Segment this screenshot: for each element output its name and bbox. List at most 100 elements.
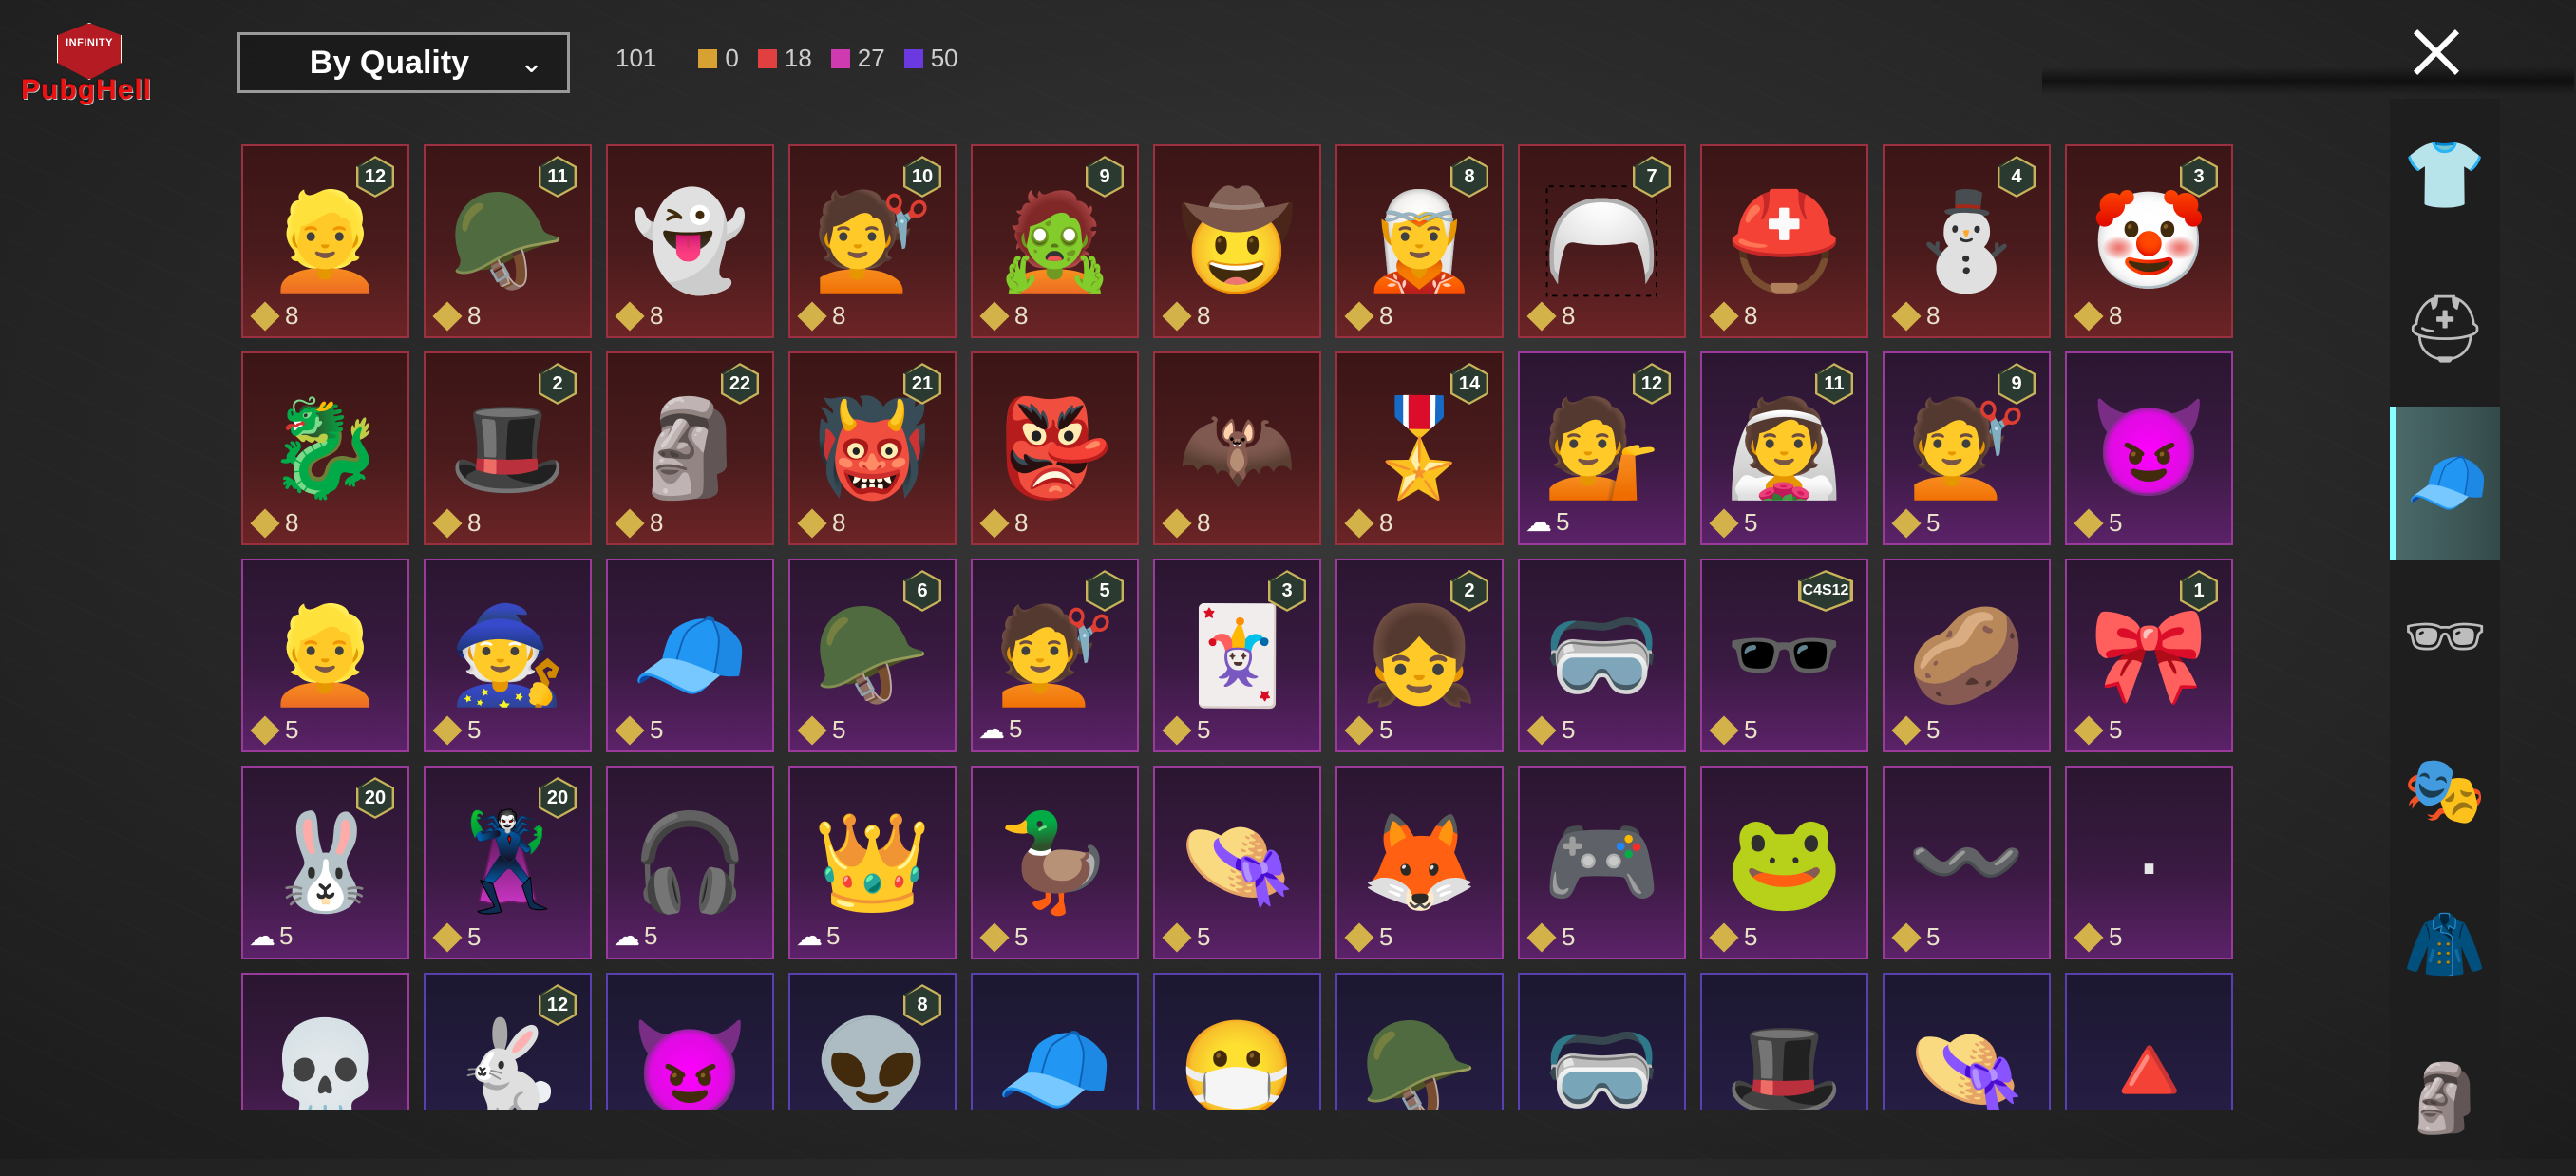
diamond-icon xyxy=(615,300,645,332)
item-card[interactable]: 💇 5 ☁ 5 xyxy=(971,559,1139,752)
item-card[interactable]: 🦊 5 xyxy=(1335,766,1504,959)
item-card[interactable]: ⛑️ 8 xyxy=(1700,144,1868,338)
item-card[interactable]: 🪖 11 8 xyxy=(424,144,592,338)
item-card[interactable]: 👹 21 8 xyxy=(788,351,957,545)
item-card[interactable]: 🤡 3 8 xyxy=(2065,144,2233,338)
level-badge-text: 12 xyxy=(546,994,569,1015)
item-card[interactable]: 🐰 20 ☁ 5 xyxy=(241,766,409,959)
level-badge-text: 1 xyxy=(2193,579,2205,601)
item-card[interactable]: 👺 8 xyxy=(971,351,1139,545)
item-card[interactable]: 🧢 xyxy=(971,973,1139,1110)
item-icon: 🗿 xyxy=(631,395,749,502)
category-tab[interactable]: 🎭 xyxy=(2390,714,2500,868)
item-card[interactable]: 🐸 5 xyxy=(1700,766,1868,959)
item-card[interactable]: 🎧 ☁ 5 xyxy=(606,766,774,959)
item-card[interactable]: 🧝 8 8 xyxy=(1335,144,1504,338)
item-card[interactable]: 🧢 5 xyxy=(606,559,774,752)
item-card[interactable]: 👒 5 xyxy=(1153,766,1321,959)
item-card[interactable]: 👧 2 5 xyxy=(1335,559,1504,752)
item-icon: 👒 xyxy=(1907,1016,2026,1110)
item-card[interactable]: 💀 xyxy=(241,973,409,1110)
category-tab[interactable]: 🕶 xyxy=(2390,560,2500,714)
item-card[interactable]: 🃏 3 5 xyxy=(1153,559,1321,752)
item-card[interactable]: 🎮 5 xyxy=(1518,766,1686,959)
item-card[interactable]: 🔺 xyxy=(2065,973,2233,1110)
item-card[interactable]: 🥽 5 xyxy=(1518,559,1686,752)
item-card[interactable]: 👱 5 xyxy=(241,559,409,752)
category-tab[interactable]: 🗿 xyxy=(2390,1022,2500,1176)
item-card[interactable]: 😈 5 xyxy=(2065,351,2233,545)
item-card[interactable]: 🕶️ C4S12 5 xyxy=(1700,559,1868,752)
item-card[interactable]: 🪖 6 5 xyxy=(788,559,957,752)
item-icon: 💇 xyxy=(813,188,932,294)
item-icon: 🤠 xyxy=(1178,188,1297,294)
item-card[interactable]: 🥔 5 xyxy=(1883,559,2051,752)
hat-icon: 🧢 xyxy=(2406,446,2490,520)
item-card[interactable]: 🎖️ 14 8 xyxy=(1335,351,1504,545)
item-card[interactable]: 👑 ☁ 5 xyxy=(788,766,957,959)
item-card[interactable]: 💇 9 5 xyxy=(1883,351,2051,545)
item-icon: 🎧 xyxy=(631,809,749,916)
sort-dropdown[interactable]: By Quality ⌄ xyxy=(237,32,570,93)
item-card[interactable]: 🎀 1 5 xyxy=(2065,559,2233,752)
item-card[interactable]: 💇 10 8 xyxy=(788,144,957,338)
item-card[interactable]: · 5 xyxy=(2065,766,2233,959)
item-card[interactable]: 👒 xyxy=(1883,973,2051,1110)
category-tab[interactable]: 🧥 xyxy=(2390,868,2500,1022)
item-card[interactable]: 🗿 22 8 xyxy=(606,351,774,545)
item-icon: 🎀 xyxy=(2090,602,2208,709)
level-badge-text: 2 xyxy=(552,372,563,394)
item-cost: 5 xyxy=(1161,921,1210,953)
item-card[interactable]: 🦇 8 xyxy=(1153,351,1321,545)
item-card[interactable]: 🐉 8 xyxy=(241,351,409,545)
item-count: 5 xyxy=(2109,922,2123,951)
item-card[interactable]: 〰️ 5 xyxy=(1883,766,2051,959)
close-button[interactable] xyxy=(2403,19,2470,85)
item-cost: 8 xyxy=(1708,300,1757,332)
item-count: 5 xyxy=(826,921,841,950)
level-badge-text: 3 xyxy=(2193,165,2205,187)
quality-stat: 0 xyxy=(698,44,739,73)
item-card[interactable]: 🧟 9 8 xyxy=(971,144,1139,338)
item-card[interactable]: 🪖 xyxy=(1335,973,1504,1110)
item-card[interactable]: 🎩 xyxy=(1700,973,1868,1110)
item-icon: 👻 xyxy=(631,188,749,294)
level-badge-text: 12 xyxy=(1640,372,1663,394)
item-card[interactable]: 🦹 20 5 xyxy=(424,766,592,959)
item-cost: 8 xyxy=(1890,300,1940,332)
item-icon: 🎩 xyxy=(448,395,567,502)
item-card[interactable]: 😷 xyxy=(1153,973,1321,1110)
category-tab[interactable]: 🧢 xyxy=(2390,407,2500,560)
diamond-icon xyxy=(1526,300,1557,332)
item-card[interactable]: 🧙 5 xyxy=(424,559,592,752)
item-card[interactable]: 💁 12 ☁ 5 xyxy=(1518,351,1686,545)
item-card[interactable]: 🦆 5 xyxy=(971,766,1139,959)
item-count: 5 xyxy=(1379,922,1393,951)
item-icon: 👱 xyxy=(266,188,385,294)
item-card[interactable]: 🥽 xyxy=(1518,973,1686,1110)
category-tab[interactable]: 👕 xyxy=(2390,99,2500,253)
item-card[interactable]: 🐇 12 xyxy=(424,973,592,1110)
item-card[interactable]: 🤠 8 xyxy=(1153,144,1321,338)
item-icon: 🃏 xyxy=(1178,602,1297,709)
diamond-icon xyxy=(615,714,645,746)
item-card[interactable]: 👰 11 5 xyxy=(1700,351,1868,545)
item-count: 5 xyxy=(1926,922,1941,951)
diamond-icon xyxy=(250,507,280,539)
item-cost: 8 xyxy=(431,507,481,539)
item-card[interactable]: 👱 12 8 xyxy=(241,144,409,338)
item-cost: 8 xyxy=(614,300,663,332)
item-card[interactable]: 👽 8 xyxy=(788,973,957,1110)
item-card[interactable]: 🦳 7 8 xyxy=(1518,144,1686,338)
decorative-streak xyxy=(2042,66,2574,95)
item-card[interactable]: ⛄ 4 8 xyxy=(1883,144,2051,338)
item-card[interactable]: 👻 8 xyxy=(606,144,774,338)
item-card[interactable]: 🎩 2 8 xyxy=(424,351,592,545)
diamond-icon xyxy=(250,714,280,746)
item-icon: 🎩 xyxy=(1725,1016,1844,1110)
total-count: 101 xyxy=(616,44,657,72)
item-cost: 8 xyxy=(1343,300,1392,332)
category-tab[interactable]: ⛑ xyxy=(2390,253,2500,407)
item-card[interactable]: 😈 xyxy=(606,973,774,1110)
item-icon: 👑 xyxy=(813,809,932,916)
